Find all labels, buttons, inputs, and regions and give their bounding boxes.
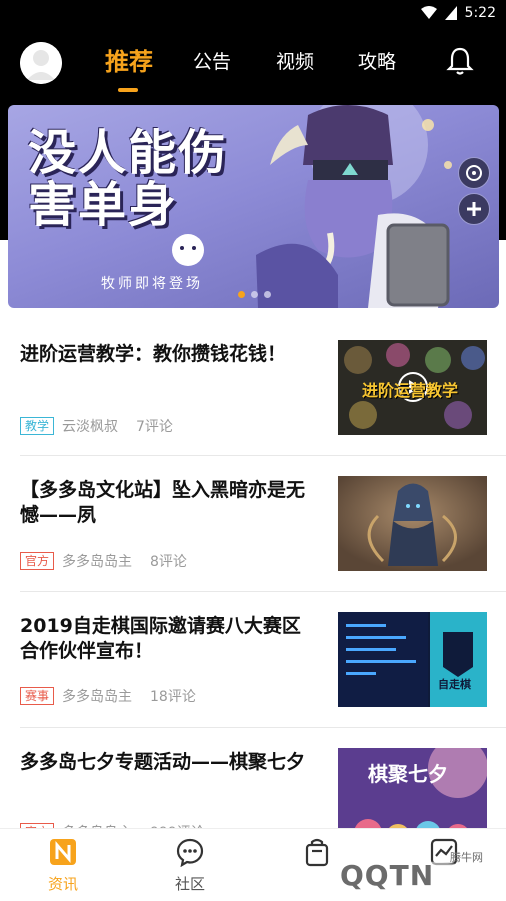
news-title[interactable]: 多多岛七夕专题活动——棋聚七夕 [20, 750, 310, 775]
status-time: 5:22 [464, 5, 496, 21]
bell-icon [446, 47, 474, 75]
tab-bar: 推荐 公告 视频 攻略 [0, 46, 506, 96]
thumbnail-caption: 自走棋 [438, 678, 471, 691]
nav-news-label: 资讯 [47, 875, 78, 893]
watermark-subtext: 腾牛网 [450, 851, 483, 864]
banner-add-button[interactable] [458, 193, 490, 225]
nav-news[interactable]: 资讯 [23, 837, 103, 894]
category-tag: 官方 [20, 552, 55, 570]
nav-community[interactable]: 社区 [150, 837, 230, 894]
carousel-dot[interactable] [251, 291, 258, 298]
section-divider [0, 310, 506, 320]
thumbnail-caption: 进阶运营教学 [362, 381, 459, 400]
nav-community-label: 社区 [174, 875, 205, 893]
comment-count: 7评论 [136, 419, 173, 435]
carousel-dots [238, 291, 271, 298]
watermark: QQTN 腾牛网 [302, 851, 502, 895]
news-meta: 官方 多多岛岛主 8评论 [20, 551, 187, 571]
news-meta: 教学 云淡枫叔 7评论 [20, 416, 173, 436]
news-thumbnail[interactable]: 自走棋 [338, 612, 487, 707]
notification-button[interactable] [446, 46, 474, 80]
active-tab-indicator [118, 88, 138, 92]
plus-icon [467, 202, 481, 216]
news-title[interactable]: 进阶运营教学：教你攒钱花钱！ [20, 342, 310, 367]
news-item[interactable]: 【多多岛文化站】坠入黑暗亦是无憾——夙 官方 多多岛岛主 8评论 [0, 456, 506, 591]
news-meta: 赛事 多多岛岛主 18评论 [20, 686, 196, 706]
chat-icon [176, 838, 204, 868]
news-thumbnail[interactable] [338, 476, 487, 571]
news-title[interactable]: 【多多岛文化站】坠入黑暗亦是无憾——夙 [20, 478, 310, 528]
thumbnail-image [338, 476, 487, 571]
tab-video[interactable]: 视频 [276, 46, 314, 78]
signal-icon [444, 6, 457, 20]
carousel-dot[interactable] [264, 291, 271, 298]
status-bar: 5:22 [0, 0, 506, 26]
status-icons: 5:22 [420, 4, 496, 22]
thumbnail-caption: 棋聚七夕 [368, 762, 448, 786]
watermark-text: QQTN [340, 859, 435, 892]
tab-recommend[interactable]: 推荐 [105, 46, 153, 78]
news-item[interactable]: 2019自走棋国际邀请赛八大赛区合作伙伴宣布！ 赛事 多多岛岛主 18评论 自走… [0, 592, 506, 727]
tab-announcement[interactable]: 公告 [193, 46, 231, 78]
tab-guide[interactable]: 攻略 [358, 46, 396, 78]
news-title[interactable]: 2019自走棋国际邀请赛八大赛区合作伙伴宣布！ [20, 614, 310, 664]
category-tag: 教学 [20, 417, 55, 435]
news-icon [50, 839, 76, 865]
author: 云淡枫叔 [62, 419, 119, 435]
banner-subtitle: 牧师即将登场 [101, 276, 203, 292]
banner-carousel[interactable]: 没人能伤害单身 牧师即将登场 [8, 105, 499, 308]
wifi-icon [420, 6, 437, 19]
thumbnail-image [338, 612, 487, 707]
banner-action-button[interactable] [458, 157, 490, 189]
author: 多多岛岛主 [62, 554, 133, 570]
comment-count: 18评论 [150, 689, 196, 705]
chess-icon [466, 165, 482, 181]
carousel-dot[interactable] [238, 291, 245, 298]
comment-count: 8评论 [150, 554, 187, 570]
author: 多多岛岛主 [62, 689, 133, 705]
news-item[interactable]: 进阶运营教学：教你攒钱花钱！ 教学 云淡枫叔 7评论 进阶运营教学 [0, 320, 506, 455]
news-thumbnail[interactable]: 进阶运营教学 [338, 340, 487, 435]
category-tag: 赛事 [20, 687, 55, 705]
banner-title: 没人能伤害单身 [28, 125, 229, 233]
